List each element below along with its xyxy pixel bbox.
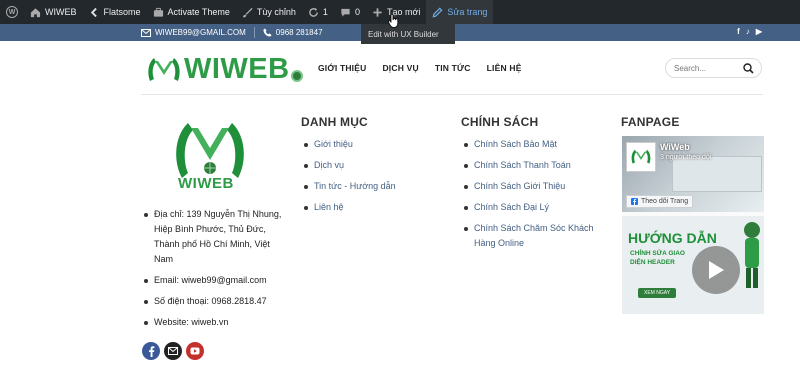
home-icon <box>30 7 41 17</box>
link-gioi-thieu[interactable]: Giới thiệu <box>301 137 441 152</box>
wordpress-icon: W <box>6 6 18 18</box>
chinh-sach-title: CHÍNH SÁCH <box>461 115 539 129</box>
mascot-image-icon <box>744 222 760 288</box>
contact-address: Địa chỉ: 139 Nguyễn Thị Nhung, Hiệp Bình… <box>141 207 291 267</box>
top-email-text: WIWEB99@GMAIL.COM <box>155 28 246 37</box>
youtube-icon[interactable]: ▶ <box>756 27 762 36</box>
link-gioi-thieu-policy[interactable]: Chính Sách Giới Thiệu <box>461 179 606 194</box>
page-followers: 3 người theo dõi <box>660 154 712 161</box>
updates-count: 1 <box>322 7 328 17</box>
main-nav: GIỚI THIỆU DỊCH VỤ TIN TỨC LIÊN HỆ <box>318 63 522 73</box>
customize-label: Tùy chỉnh <box>256 7 296 17</box>
briefcase-icon <box>153 7 163 17</box>
nav-item-gioi-thieu[interactable]: GIỚI THIỆU <box>318 63 366 73</box>
video-cta: XEM NGAY <box>638 288 677 298</box>
contact-email: Email: wiweb99@gmail.com <box>141 273 291 288</box>
wiweb-mark-icon <box>148 57 180 81</box>
facebook-page-widget[interactable]: WiWeb 3 người theo dõi Theo dõi Trang HƯ… <box>622 136 764 314</box>
contact-website: Website: wiweb.vn <box>141 315 291 330</box>
link-bao-mat[interactable]: Chính Sách Bảo Mật <box>461 137 606 152</box>
edit-page-label: Sửa trang <box>447 7 488 17</box>
search-input[interactable]: Search... <box>665 58 762 78</box>
edit-page-menu[interactable]: Sửa trang <box>426 0 494 24</box>
site-logo[interactable]: WIWEB <box>146 53 303 86</box>
updates-link[interactable]: 1 <box>302 0 334 24</box>
play-icon <box>709 261 724 279</box>
link-tin-tuc-huong-dan[interactable]: Tin tức - Hướng dẫn <box>301 179 441 194</box>
comments-link[interactable]: 0 <box>334 0 366 24</box>
wp-logo-menu[interactable]: W <box>0 0 24 24</box>
brush-icon <box>242 7 253 18</box>
danh-muc-list: Giới thiệu Dịch vụ Tin tức - Hướng dẫn L… <box>301 137 441 221</box>
chinh-sach-list: Chính Sách Bảo Mật Chính Sách Thanh Toán… <box>461 137 606 257</box>
facebook-icon <box>631 198 638 205</box>
footer-logo-text: WIWEB <box>178 175 234 192</box>
footer-social-buttons <box>142 342 204 360</box>
wp-admin-bar: W WIWEB Flatsome Activate Theme Tùy chỉn… <box>0 0 800 24</box>
page-name[interactable]: WiWeb <box>660 142 690 152</box>
top-phone[interactable]: 0968 281847 <box>263 28 323 37</box>
site-name: WIWEB <box>45 7 77 17</box>
nav-item-tin-tuc[interactable]: TIN TỨC <box>435 63 471 73</box>
link-dich-vu[interactable]: Dịch vụ <box>301 158 441 173</box>
search-icon[interactable] <box>743 63 754 74</box>
follow-label: Theo dõi Trang <box>641 198 689 205</box>
site-name-menu[interactable]: WIWEB <box>24 0 83 24</box>
site-header: WIWEB GIỚI THIỆU DỊCH VỤ TIN TỨC LIÊN HỆ… <box>0 41 800 95</box>
fanpage-cover: WiWeb 3 người theo dõi Theo dõi Trang <box>622 136 764 212</box>
video-title: HƯỚNG DẪN <box>628 230 717 246</box>
link-dai-ly[interactable]: Chính Sách Đại Lý <box>461 200 606 215</box>
envelope-icon <box>168 347 178 355</box>
top-social-icons: f ♪ ▶ <box>737 27 762 36</box>
video-subtitle: CHỈNH SỬA GIAO DIỆN HEADER <box>630 250 685 266</box>
danh-muc-title: DANH MỤC <box>301 115 368 129</box>
customize-link[interactable]: Tùy chỉnh <box>236 0 302 24</box>
link-lien-he[interactable]: Liên hệ <box>301 200 441 215</box>
play-button[interactable] <box>692 246 740 294</box>
envelope-icon <box>141 28 151 37</box>
plus-icon <box>373 7 382 17</box>
hand-cursor-icon <box>388 14 399 28</box>
comments-count: 0 <box>354 7 360 17</box>
email-button[interactable] <box>164 342 182 360</box>
nav-item-dich-vu[interactable]: DỊCH VỤ <box>382 63 418 73</box>
separator <box>253 27 255 38</box>
facebook-button[interactable] <box>142 342 160 360</box>
link-thanh-toan[interactable]: Chính Sách Thanh Toán <box>461 158 606 173</box>
contact-phone: Số điện thoại: 0968.2818.47 <box>141 294 291 309</box>
refresh-icon <box>309 7 318 17</box>
phone-icon <box>263 28 272 37</box>
activate-theme-link[interactable]: Activate Theme <box>147 0 236 24</box>
facebook-icon <box>148 345 154 357</box>
nav-item-lien-he[interactable]: LIÊN HỆ <box>487 63 522 73</box>
fanpage-video-thumbnail[interactable]: HƯỚNG DẪN CHỈNH SỬA GIAO DIỆN HEADER XEM… <box>622 216 764 314</box>
pencil-icon <box>432 7 443 17</box>
activate-theme-label: Activate Theme <box>167 7 230 17</box>
header-divider <box>141 94 763 95</box>
theme-menu[interactable]: Flatsome <box>83 0 147 24</box>
cover-image <box>672 156 762 192</box>
youtube-button[interactable] <box>186 342 204 360</box>
top-phone-text: 0968 281847 <box>275 28 323 37</box>
logo-text: WIWEB <box>184 53 290 85</box>
tiktok-icon[interactable]: ♪ <box>746 27 750 36</box>
wiweb-mark-icon <box>631 149 651 164</box>
page-avatar[interactable] <box>626 142 656 172</box>
contact-list: Địa chỉ: 139 Nguyễn Thị Nhung, Hiệp Bình… <box>141 207 291 336</box>
follow-page-button[interactable]: Theo dõi Trang <box>626 195 694 208</box>
edit-with-ux-builder-item[interactable]: Edit with UX Builder <box>361 24 455 44</box>
comment-icon <box>341 8 350 17</box>
youtube-icon <box>190 347 200 355</box>
search-placeholder: Search... <box>674 63 707 73</box>
dropdown-label: Edit with UX Builder <box>368 29 439 39</box>
link-cham-soc-khach-hang[interactable]: Chính Sách Chăm Sóc Khách Hàng Online <box>461 221 606 251</box>
fanpage-title: FANPAGE <box>621 115 680 129</box>
globe-icon <box>290 69 303 82</box>
top-email[interactable]: WIWEB99@GMAIL.COM <box>141 28 246 37</box>
theme-label: Flatsome <box>103 7 141 17</box>
flatsome-icon <box>90 7 97 17</box>
facebook-icon[interactable]: f <box>737 27 740 36</box>
